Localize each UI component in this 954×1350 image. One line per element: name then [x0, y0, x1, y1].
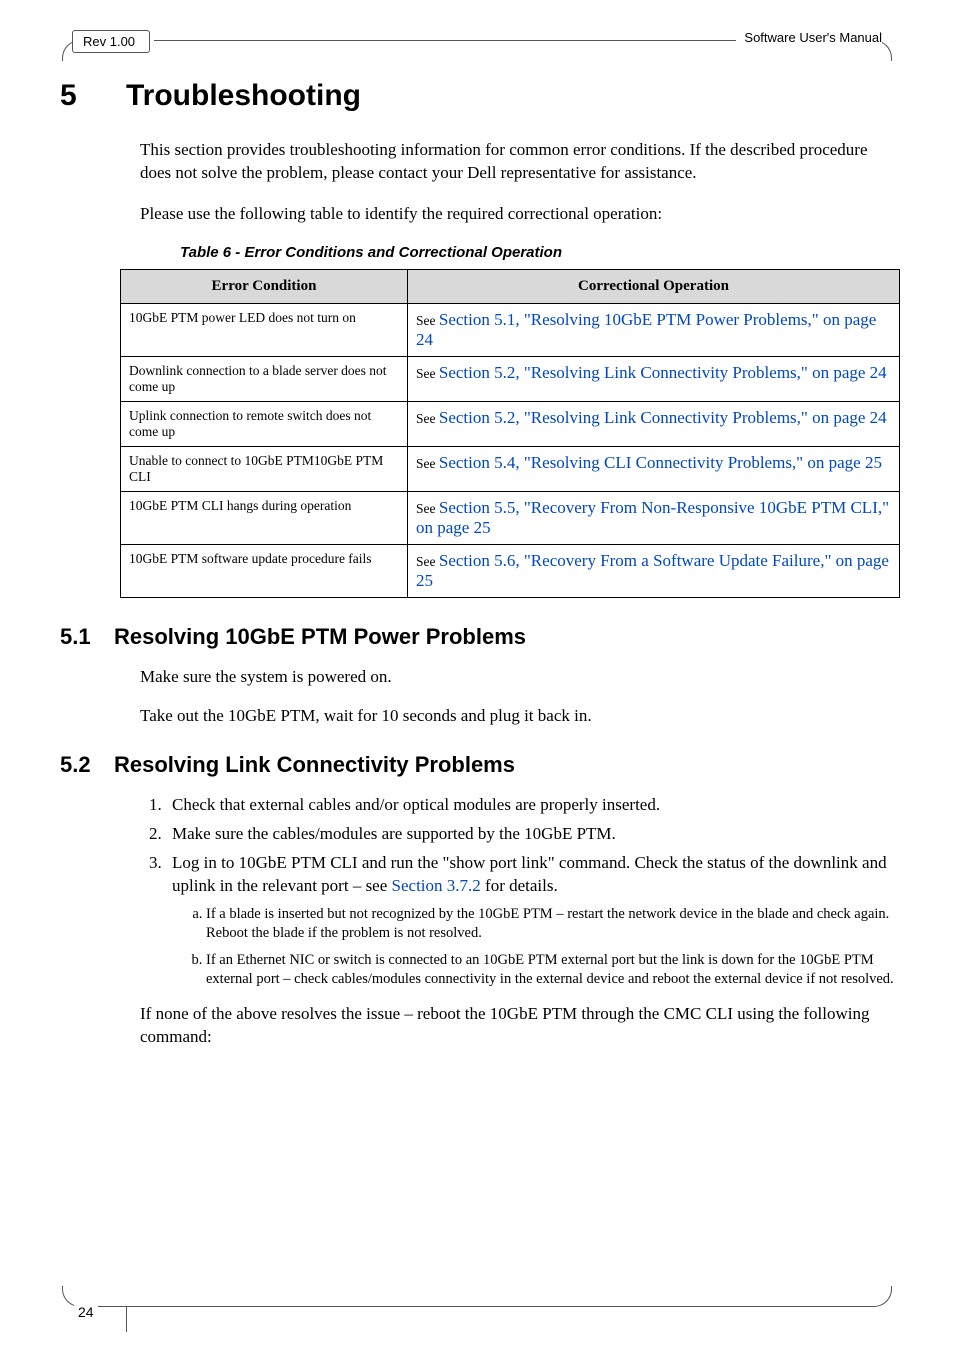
intro-paragraph-1: This section provides troubleshooting in… — [140, 139, 894, 185]
correctional-operation: See Section 5.6, "Recovery From a Softwa… — [408, 544, 900, 597]
table-row: Uplink connection to remote switch does … — [121, 401, 900, 446]
correctional-operation: See Section 5.2, "Resolving Link Connect… — [408, 356, 900, 401]
section-5-2-closing: If none of the above resolves the issue … — [140, 1003, 894, 1049]
section-title: Resolving 10GbE PTM Power Problems — [114, 624, 526, 649]
section-number: 5.2 — [60, 752, 114, 778]
table-row: Downlink connection to a blade server do… — [121, 356, 900, 401]
correctional-operation: See Section 5.1, "Resolving 10GbE PTM Po… — [408, 303, 900, 356]
chapter-title: Troubleshooting — [126, 79, 361, 112]
section-5-2-sublist: If a blade is inserted but not recognize… — [186, 905, 894, 988]
error-condition: Uplink connection to remote switch does … — [121, 401, 408, 446]
section-title: Resolving Link Connectivity Problems — [114, 752, 515, 777]
table-row: 10GbE PTM CLI hangs during operation See… — [121, 491, 900, 544]
correctional-operation: See Section 5.4, "Resolving CLI Connecti… — [408, 446, 900, 491]
table-caption: Table 6 - Error Conditions and Correctio… — [180, 244, 894, 261]
section-heading-5-2: 5.2Resolving Link Connectivity Problems — [60, 752, 894, 778]
cross-reference-link[interactable]: Section 3.7.2 — [392, 876, 481, 895]
section-5-1-p2: Take out the 10GbE PTM, wait for 10 seco… — [140, 705, 894, 728]
correctional-operation: See Section 5.5, "Recovery From Non-Resp… — [408, 491, 900, 544]
cross-reference-link[interactable]: Section 5.4, "Resolving CLI Connectivity… — [439, 453, 882, 472]
error-conditions-table: Error Condition Correctional Operation 1… — [120, 269, 900, 598]
cross-reference-link[interactable]: Section 5.1, "Resolving 10GbE PTM Power … — [416, 310, 876, 349]
section-5-1-p1: Make sure the system is powered on. — [140, 666, 894, 689]
sublist-item: If a blade is inserted but not recognize… — [206, 905, 894, 943]
page-footer: 24 — [60, 1286, 894, 1314]
error-condition: 10GbE PTM software update procedure fail… — [121, 544, 408, 597]
table-header-operation: Correctional Operation — [408, 269, 900, 303]
list-item: Check that external cables and/or optica… — [166, 794, 894, 817]
page-number: 24 — [74, 1304, 98, 1338]
section-heading-5-1: 5.1Resolving 10GbE PTM Power Problems — [60, 624, 894, 650]
correctional-operation: See Section 5.2, "Resolving Link Connect… — [408, 401, 900, 446]
error-condition: Downlink connection to a blade server do… — [121, 356, 408, 401]
cross-reference-link[interactable]: Section 5.6, "Recovery From a Software U… — [416, 551, 889, 590]
table-header-condition: Error Condition — [121, 269, 408, 303]
section-number: 5.1 — [60, 624, 114, 650]
chapter-heading: 5Troubleshooting — [60, 79, 894, 113]
table-row: Unable to connect to 10GbE PTM10GbE PTM … — [121, 446, 900, 491]
sublist-item: If an Ethernet NIC or switch is connecte… — [206, 951, 894, 989]
revision-tag: Rev 1.00 — [72, 30, 150, 53]
intro-paragraph-2: Please use the following table to identi… — [140, 203, 894, 226]
section-5-2-list: Check that external cables and/or optica… — [140, 794, 894, 989]
cross-reference-link[interactable]: Section 5.5, "Recovery From Non-Responsi… — [416, 498, 889, 537]
error-condition: 10GbE PTM power LED does not turn on — [121, 303, 408, 356]
list-item: Make sure the cables/modules are support… — [166, 823, 894, 846]
cross-reference-link[interactable]: Section 5.2, "Resolving Link Connectivit… — [439, 408, 887, 427]
cross-reference-link[interactable]: Section 5.2, "Resolving Link Connectivit… — [439, 363, 887, 382]
page-header: Rev 1.00 Software User's Manual — [60, 40, 894, 61]
list-item: Log in to 10GbE PTM CLI and run the "sho… — [166, 852, 894, 989]
error-condition: Unable to connect to 10GbE PTM10GbE PTM … — [121, 446, 408, 491]
table-row: 10GbE PTM power LED does not turn on See… — [121, 303, 900, 356]
table-row: 10GbE PTM software update procedure fail… — [121, 544, 900, 597]
error-condition: 10GbE PTM CLI hangs during operation — [121, 491, 408, 544]
doc-title: Software User's Manual — [736, 30, 882, 45]
chapter-number: 5 — [60, 79, 126, 113]
